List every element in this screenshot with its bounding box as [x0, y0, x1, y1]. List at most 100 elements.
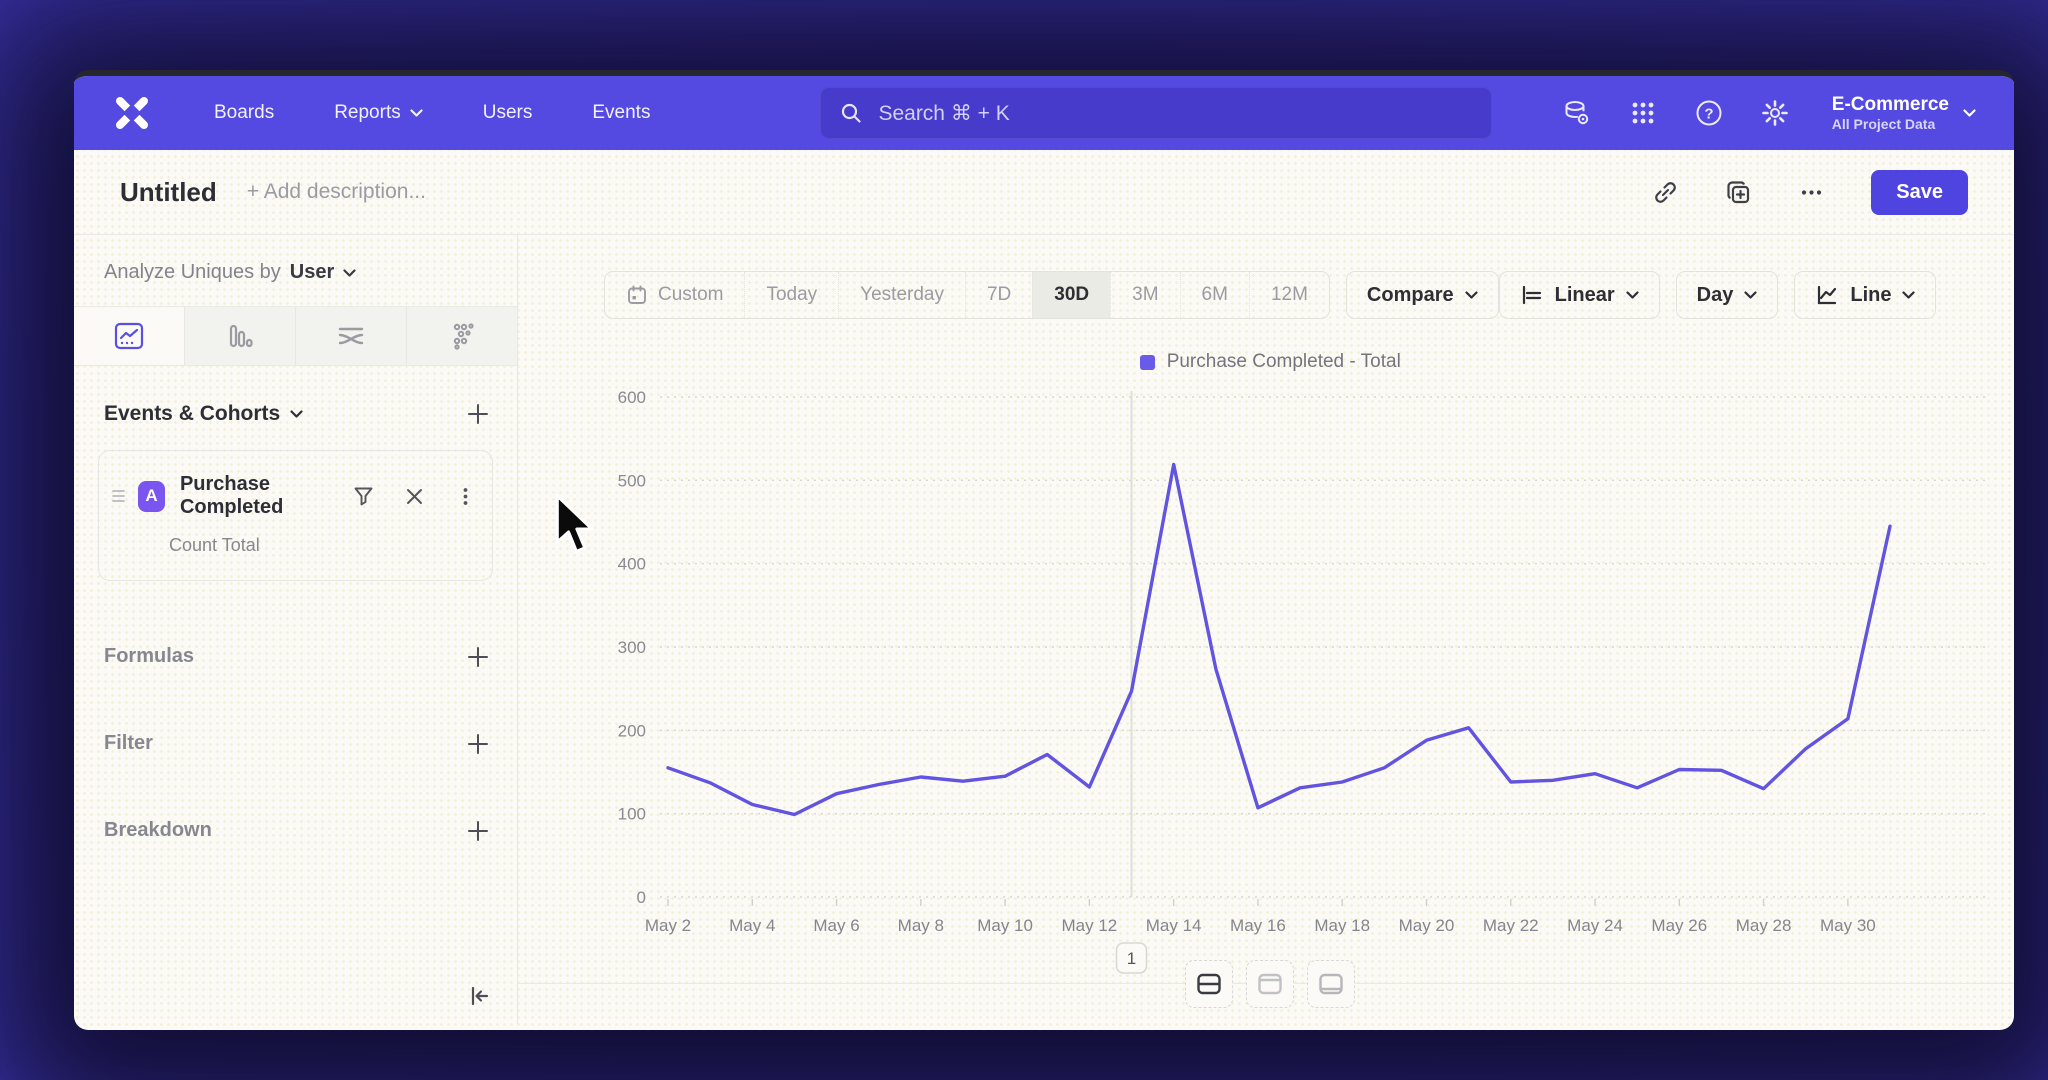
event-aggregation[interactable]: Count Total — [169, 535, 476, 556]
svg-text:May 20: May 20 — [1399, 916, 1455, 935]
range-custom[interactable]: Custom — [605, 272, 744, 318]
duplicate-icon[interactable] — [1725, 179, 1752, 206]
add-breakdown-button[interactable] — [467, 820, 489, 842]
search-input[interactable]: Search ⌘ + K — [820, 87, 1492, 139]
section-filter: Filter — [74, 732, 517, 755]
apps-grid-icon[interactable] — [1628, 98, 1658, 128]
nav-item-reports[interactable]: Reports — [334, 102, 423, 124]
remove-event-icon[interactable] — [404, 486, 425, 507]
compare-label: Compare — [1367, 284, 1454, 307]
layout-split-horizontal-button[interactable] — [1185, 960, 1233, 1008]
settings-gear-icon[interactable] — [1760, 98, 1790, 128]
svg-text:May 28: May 28 — [1736, 916, 1792, 935]
legend-label: Purchase Completed - Total — [1167, 351, 1401, 373]
svg-text:May 22: May 22 — [1483, 916, 1539, 935]
event-badge: A — [138, 481, 165, 512]
nav-item-users[interactable]: Users — [483, 102, 533, 124]
chevron-down-icon — [290, 410, 303, 418]
chart-footer-divider — [518, 983, 2014, 984]
chart-legend[interactable]: Purchase Completed - Total — [518, 351, 2014, 373]
range-label: 3M — [1132, 284, 1158, 306]
chart-type-dropdown[interactable]: Line — [1794, 271, 1936, 319]
filter-funnel-icon[interactable] — [353, 486, 374, 507]
line-chart[interactable]: 0100200300400500600May 2May 4May 6May 8M… — [518, 377, 2014, 994]
data-management-icon[interactable] — [1562, 98, 1592, 128]
svg-text:May 12: May 12 — [1062, 916, 1118, 935]
chevron-down-icon — [343, 269, 356, 277]
project-switcher[interactable]: E-Commerce All Project Data — [1832, 93, 1976, 134]
svg-text:?: ? — [1704, 105, 1713, 122]
more-options-icon[interactable] — [1798, 179, 1825, 206]
analyze-prefix: Analyze Uniques by — [104, 261, 281, 284]
svg-text:0: 0 — [637, 888, 646, 907]
report-titlebar: Untitled + Add description... Save — [74, 150, 2014, 235]
visualization-tabs — [74, 306, 517, 366]
section-label: Breakdown — [104, 819, 212, 842]
report-title[interactable]: Untitled — [120, 177, 217, 208]
tab-scatter-chart[interactable] — [406, 307, 517, 365]
mixpanel-logo-icon[interactable] — [112, 93, 152, 133]
range-label: 12M — [1271, 284, 1308, 306]
tab-bar-chart[interactable] — [184, 307, 295, 365]
range-yesterday[interactable]: Yesterday — [838, 272, 965, 318]
collapse-sidebar-icon[interactable] — [467, 984, 491, 1008]
svg-text:May 4: May 4 — [729, 916, 775, 935]
layout-toggles — [1185, 960, 1355, 1008]
scale-label: Linear — [1555, 284, 1615, 307]
event-more-options-icon[interactable] — [455, 486, 476, 507]
section-label: Formulas — [104, 645, 194, 668]
add-event-button[interactable] — [467, 403, 489, 425]
tab-line-chart[interactable] — [74, 307, 184, 365]
help-icon[interactable]: ? — [1694, 98, 1724, 128]
nav-links: Boards Reports Users Events — [214, 102, 650, 124]
svg-text:200: 200 — [618, 721, 646, 740]
tab-flow-chart[interactable] — [295, 307, 406, 365]
add-filter-button[interactable] — [467, 733, 489, 755]
add-formula-button[interactable] — [467, 646, 489, 668]
add-description[interactable]: + Add description... — [247, 180, 426, 204]
chevron-down-icon — [1465, 291, 1478, 299]
svg-text:May 8: May 8 — [898, 916, 944, 935]
range-12m[interactable]: 12M — [1249, 272, 1329, 318]
event-card[interactable]: A Purchase Completed Count T — [98, 450, 493, 581]
nav-item-label: Events — [592, 102, 650, 124]
compare-button[interactable]: Compare — [1346, 271, 1499, 319]
range-7d[interactable]: 7D — [965, 272, 1032, 318]
nav-right-icons: ? E-Commerce All Project Data — [1562, 93, 1976, 134]
svg-text:100: 100 — [618, 805, 646, 824]
range-30d[interactable]: 30D — [1032, 272, 1110, 318]
range-6m[interactable]: 6M — [1180, 272, 1249, 318]
nav-item-events[interactable]: Events — [592, 102, 650, 124]
project-scope: All Project Data — [1832, 116, 1949, 133]
scatter-plot-icon — [445, 319, 479, 353]
svg-text:500: 500 — [618, 471, 646, 490]
linear-scale-icon — [1520, 283, 1544, 307]
events-cohorts-title[interactable]: Events & Cohorts — [104, 402, 303, 426]
event-name[interactable]: Purchase Completed — [180, 473, 353, 519]
title-actions: Save — [1652, 170, 1968, 215]
nav-item-boards[interactable]: Boards — [214, 102, 274, 124]
analyze-entity-select[interactable]: User — [290, 261, 334, 284]
app-window: Boards Reports Users Events Search ⌘ + K — [74, 70, 2014, 1030]
bar-chart-icon — [223, 319, 257, 353]
save-button[interactable]: Save — [1871, 170, 1968, 215]
interval-label: Day — [1697, 284, 1734, 307]
svg-text:May 24: May 24 — [1567, 916, 1623, 935]
layout-footer-bottom-button[interactable] — [1307, 960, 1355, 1008]
scale-dropdown[interactable]: Linear — [1499, 271, 1660, 319]
range-today[interactable]: Today — [744, 272, 838, 318]
flow-sankey-icon — [334, 319, 368, 353]
interval-dropdown[interactable]: Day — [1676, 271, 1779, 319]
copy-link-icon[interactable] — [1652, 179, 1679, 206]
svg-text:May 2: May 2 — [645, 916, 691, 935]
range-3m[interactable]: 3M — [1110, 272, 1179, 318]
analyze-uniques-row: Analyze Uniques by User — [74, 235, 517, 306]
range-label: Yesterday — [860, 284, 944, 306]
nav-item-label: Users — [483, 102, 533, 124]
chart-controls: CustomToday Yesterday 7D30D 3M 6M 12M Compare… — [518, 271, 2014, 319]
svg-text:300: 300 — [618, 638, 646, 657]
chart-panel: CustomToday Yesterday 7D30D 3M 6M 12M Compare… — [518, 235, 2014, 1024]
layout-header-top-button[interactable] — [1246, 960, 1294, 1008]
drag-handle-icon[interactable] — [111, 489, 126, 503]
nav-item-label: Boards — [214, 102, 274, 124]
